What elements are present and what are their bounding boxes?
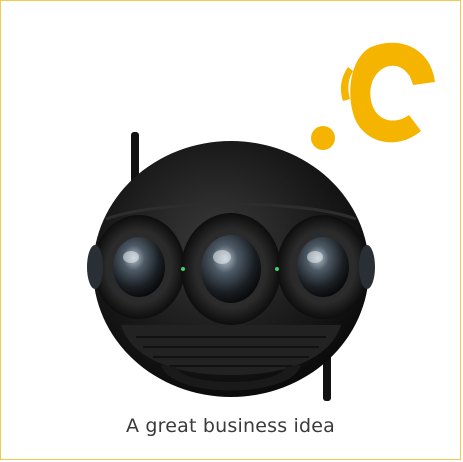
card: A great business idea — [0, 0, 461, 460]
caption: A great business idea — [125, 415, 336, 437]
360-camera-icon — [87, 132, 375, 401]
